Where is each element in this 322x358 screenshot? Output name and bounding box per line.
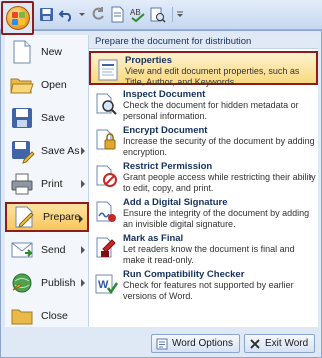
svg-text:AB: AB bbox=[130, 8, 141, 17]
menu-item-label: Close bbox=[41, 310, 68, 322]
menu-item-send[interactable]: Send bbox=[5, 235, 89, 265]
submenu-item-title: Add a Digital Signature bbox=[123, 197, 228, 208]
menu-footer: Word Options Exit Word bbox=[1, 330, 321, 357]
submenu-arrow-icon bbox=[81, 147, 85, 155]
menu-item-prepare[interactable]: Prepare bbox=[5, 202, 89, 232]
open-folder-icon bbox=[9, 72, 35, 98]
submenu-arrow-icon bbox=[81, 279, 85, 287]
toolbar-divider bbox=[172, 6, 173, 22]
submenu-item-restrict-permission[interactable]: Restrict Permission Grant people access … bbox=[89, 159, 318, 193]
submenu-item-description: Grant people access while restricting th… bbox=[123, 172, 316, 193]
submenu-arrow-icon bbox=[79, 215, 83, 223]
submenu-item-title: Inspect Document bbox=[123, 89, 206, 100]
close-icon bbox=[249, 338, 261, 350]
menu-item-open[interactable]: Open bbox=[5, 70, 89, 100]
new-document-icon bbox=[9, 39, 35, 65]
submenu-item-run-compatibility-checker[interactable]: W Run Compatibility Checker Check for fe… bbox=[89, 267, 318, 301]
print-icon bbox=[9, 171, 35, 197]
redo-icon[interactable] bbox=[89, 6, 106, 23]
save-icon[interactable] bbox=[38, 6, 55, 23]
menu-item-save-as[interactable]: Save As bbox=[5, 136, 89, 166]
close-folder-icon bbox=[9, 303, 35, 329]
exit-word-label: Exit Word bbox=[265, 338, 309, 349]
digital-signature-icon bbox=[93, 199, 119, 225]
word-options-button[interactable]: Word Options bbox=[151, 334, 240, 353]
submenu-item-description: Check for features not supported by earl… bbox=[123, 280, 294, 301]
word-options-label: Word Options bbox=[172, 338, 233, 349]
undo-icon[interactable] bbox=[58, 6, 75, 23]
prepare-icon bbox=[11, 204, 37, 230]
submenu-item-description: View and edit document properties, such … bbox=[125, 66, 300, 87]
mark-as-final-icon bbox=[93, 235, 119, 261]
submenu-heading: Prepare the document for distribution bbox=[89, 35, 318, 49]
menu-item-label: Save bbox=[41, 112, 65, 124]
exit-word-button[interactable]: Exit Word bbox=[244, 334, 316, 353]
menu-item-new[interactable]: New bbox=[5, 37, 89, 67]
submenu-item-title: Properties bbox=[125, 55, 172, 66]
menu-item-label: Open bbox=[41, 79, 67, 91]
document-icon[interactable] bbox=[109, 6, 126, 23]
send-icon bbox=[9, 237, 35, 263]
inspect-document-icon bbox=[93, 91, 119, 117]
office-button[interactable] bbox=[1, 1, 34, 35]
save-icon bbox=[9, 105, 35, 131]
menu-item-print[interactable]: Print bbox=[5, 169, 89, 199]
submenu-item-title: Run Compatibility Checker bbox=[123, 269, 245, 280]
compatibility-checker-icon: W bbox=[93, 271, 119, 297]
spelling-icon[interactable]: AB bbox=[129, 6, 146, 23]
submenu-item-title: Restrict Permission bbox=[123, 161, 213, 172]
print-preview-icon[interactable] bbox=[149, 6, 166, 23]
dropdown-icon[interactable] bbox=[78, 6, 86, 23]
menu-item-label: Publish bbox=[41, 277, 76, 289]
submenu-item-encrypt-document[interactable]: Encrypt Document Increase the security o… bbox=[89, 123, 318, 157]
submenu-item-add-digital-signature[interactable]: Add a Digital Signature Ensure the integ… bbox=[89, 195, 318, 229]
menu-item-label: Send bbox=[41, 244, 66, 256]
properties-icon bbox=[95, 57, 121, 83]
submenu-item-title: Mark as Final bbox=[123, 233, 184, 244]
menu-item-label: Save As bbox=[41, 145, 80, 157]
title-bar: AB bbox=[0, 0, 322, 35]
customize-toolbar-icon[interactable] bbox=[176, 6, 184, 23]
submenu-arrow-icon bbox=[309, 174, 312, 180]
menu-item-label: Print bbox=[41, 178, 63, 190]
prepare-submenu: Prepare the document for distribution Pr… bbox=[89, 35, 318, 327]
restrict-permission-icon bbox=[93, 163, 119, 189]
submenu-item-description: Ensure the integrity of the document by … bbox=[123, 208, 310, 229]
office-logo-icon bbox=[6, 6, 30, 30]
submenu-item-inspect-document[interactable]: Inspect Document Check the document for … bbox=[89, 87, 318, 121]
submenu-item-description: Increase the security of the document by… bbox=[123, 136, 315, 157]
menu-item-publish[interactable]: Publish bbox=[5, 268, 89, 298]
encrypt-icon bbox=[93, 127, 119, 153]
submenu-item-mark-as-final[interactable]: Mark as Final Let readers know the docum… bbox=[89, 231, 318, 265]
submenu-arrow-icon bbox=[81, 180, 85, 188]
submenu-arrow-icon bbox=[81, 246, 85, 254]
menu-item-label: New bbox=[41, 46, 63, 58]
submenu-item-description: Let readers know the document is final a… bbox=[123, 244, 295, 265]
save-as-icon bbox=[9, 138, 35, 164]
submenu-item-title: Encrypt Document bbox=[123, 125, 208, 136]
submenu-item-properties[interactable]: Properties View and edit document proper… bbox=[89, 51, 318, 87]
submenu-item-description: Check the document for hidden metadata o… bbox=[123, 100, 299, 121]
command-list: New Open Save Save As Print Prepare Send… bbox=[5, 35, 89, 327]
publish-icon bbox=[9, 270, 35, 296]
quick-access-toolbar: AB bbox=[38, 5, 187, 23]
office-menu: New Open Save Save As Print Prepare Send… bbox=[0, 30, 322, 358]
options-icon bbox=[156, 338, 168, 350]
menu-item-label: Prepare bbox=[43, 211, 81, 223]
menu-item-close[interactable]: Close bbox=[5, 301, 89, 331]
menu-item-save[interactable]: Save bbox=[5, 103, 89, 133]
